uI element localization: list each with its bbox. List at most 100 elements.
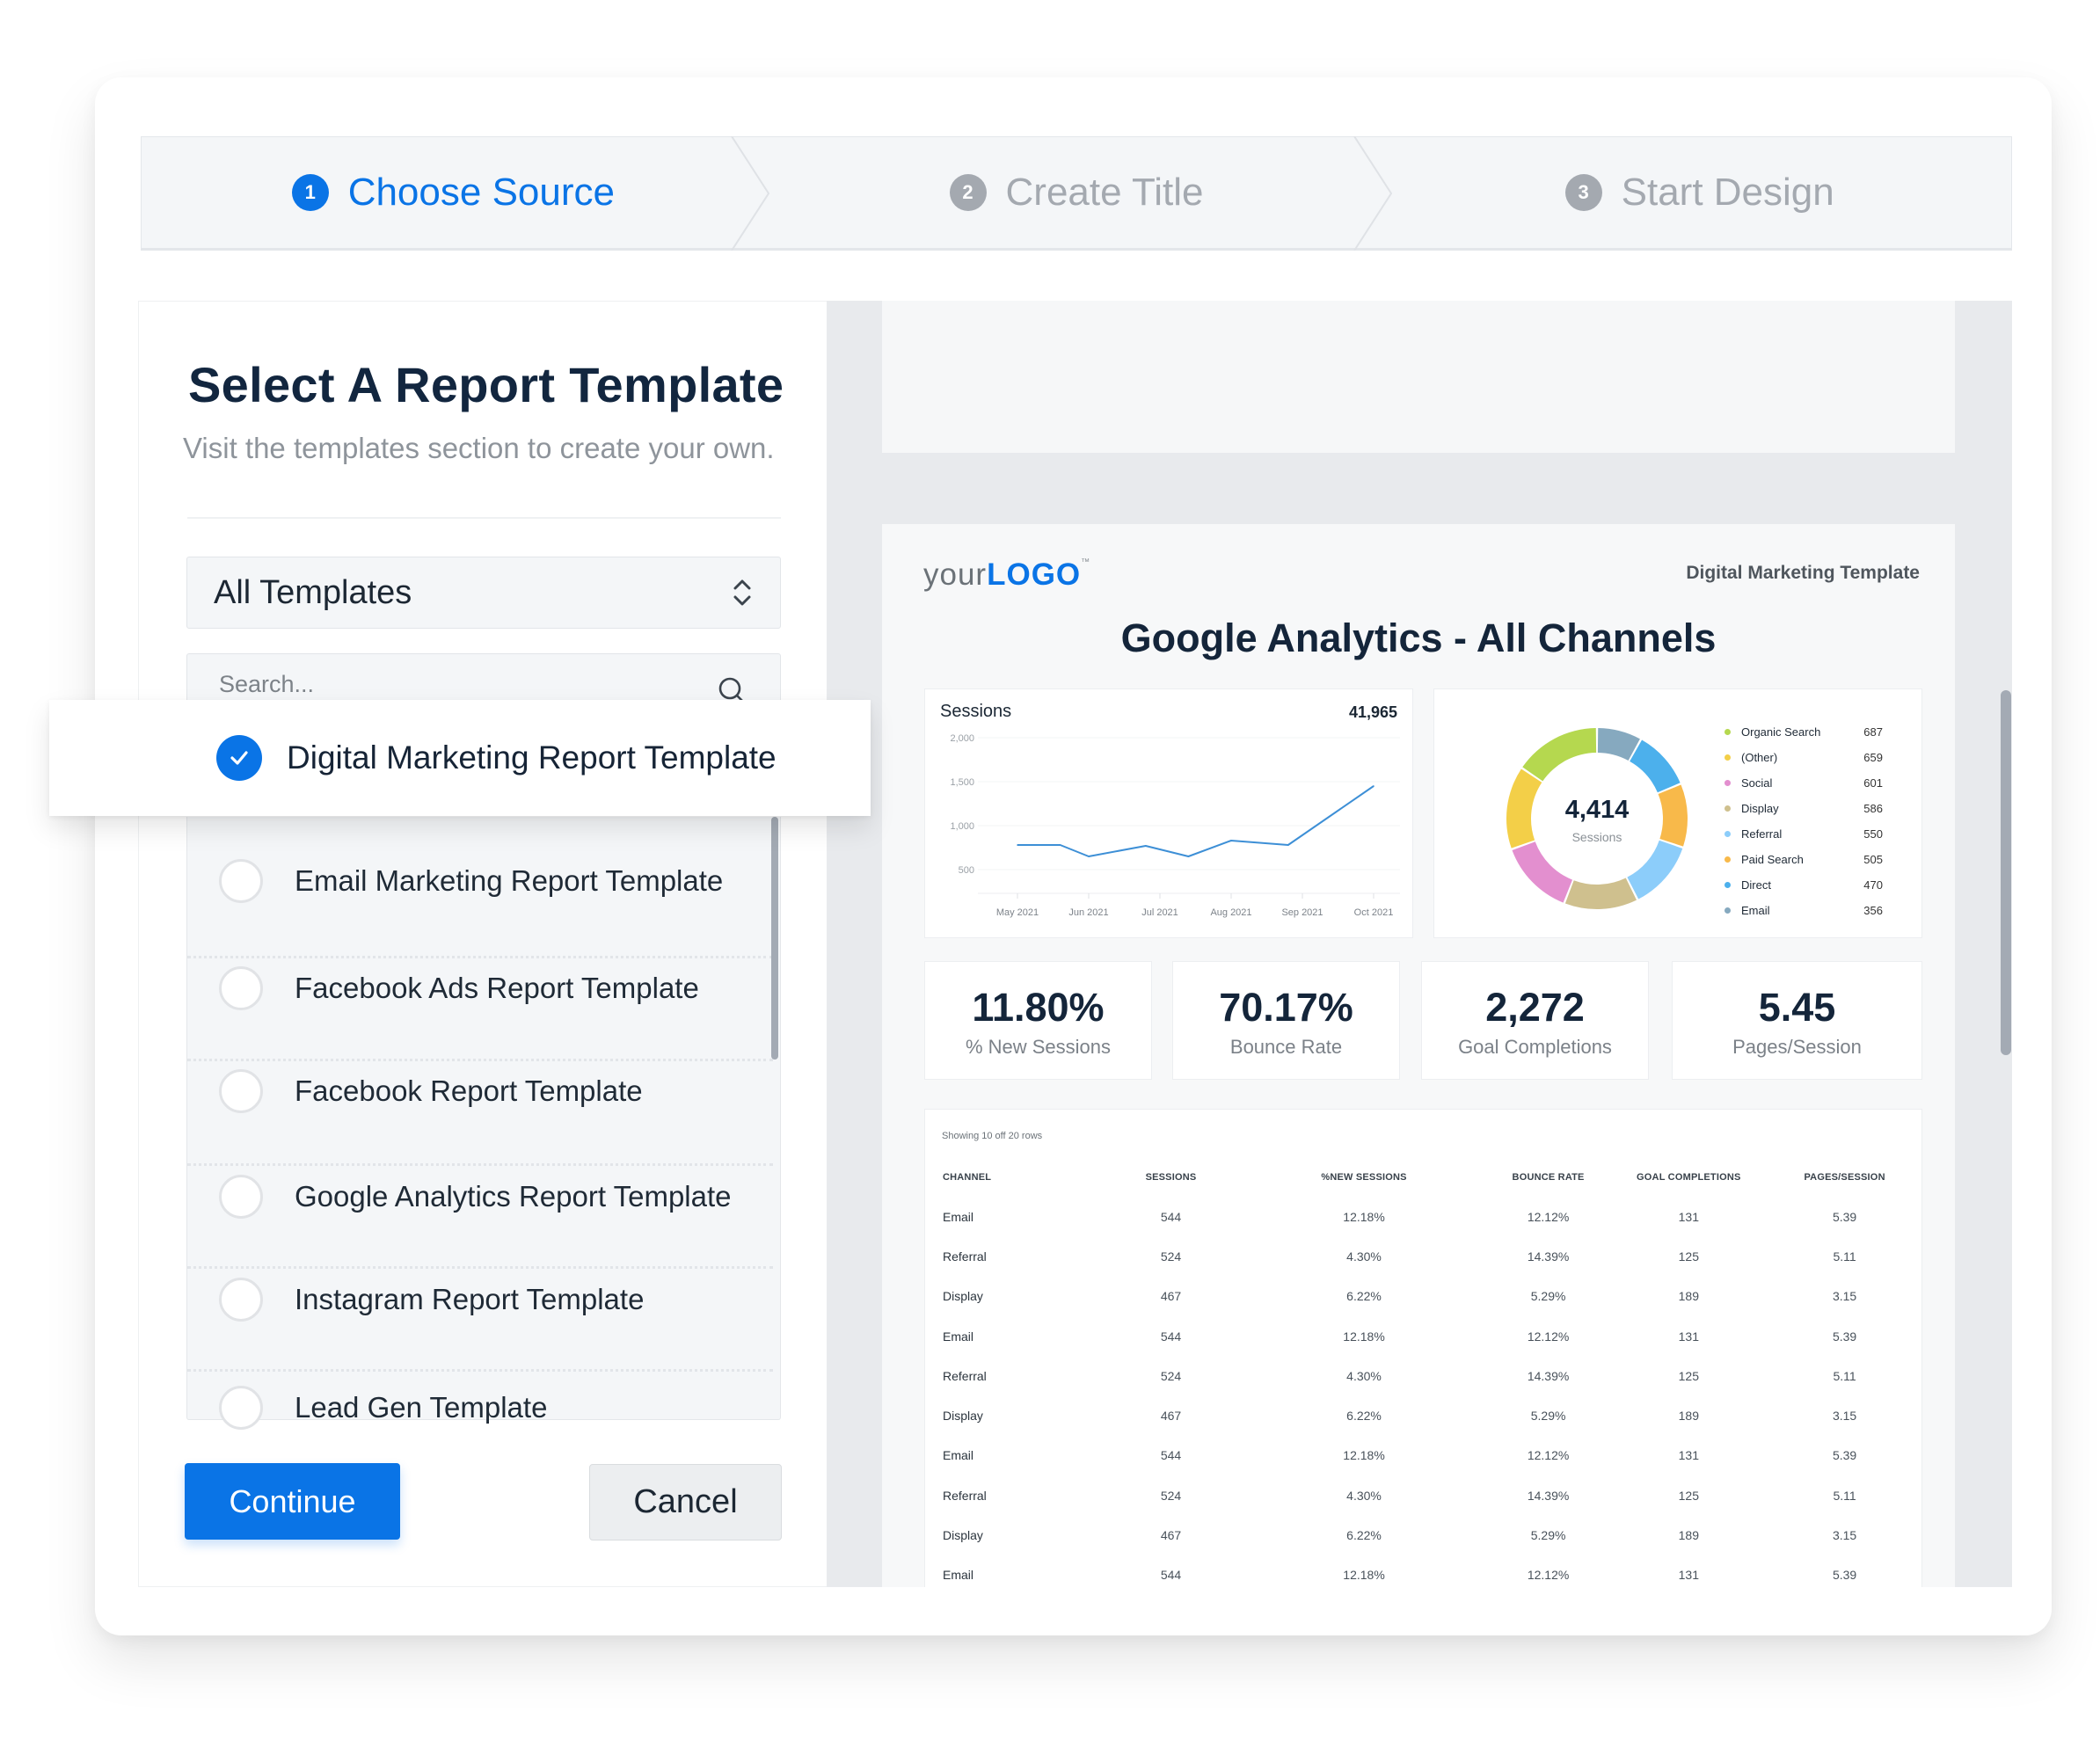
donut-slice-referral: [1627, 840, 1683, 899]
legend-swatch: [1724, 881, 1731, 888]
table-cell: 131: [1678, 1329, 1699, 1344]
sessions-series-line: [1017, 785, 1374, 857]
table-cell: 5.39: [1832, 1209, 1857, 1224]
template-preview-pane[interactable]: yourLOGO™ Digital Marketing Template Goo…: [827, 301, 2012, 1587]
step-separator-chevron: [1353, 136, 1393, 251]
kpi-value: 2,272: [1485, 985, 1585, 1030]
kpi-label: Goal Completions: [1458, 1036, 1612, 1058]
table-cell: 131: [1678, 1448, 1699, 1463]
table-cell: 125: [1678, 1249, 1699, 1264]
step-label: Create Title: [1005, 171, 1204, 214]
template-filter-select[interactable]: All Templates: [186, 557, 781, 629]
search-input[interactable]: [187, 654, 780, 703]
step-choose-source[interactable]: 1 Choose Source: [142, 136, 769, 251]
template-label: Lead Gen Template: [295, 1391, 548, 1424]
template-item-google-analytics[interactable]: Google Analytics Report Template: [187, 1146, 759, 1248]
kpi-pages-per-session: 5.45 Pages/Session: [1672, 961, 1922, 1080]
table-column-header[interactable]: CHANNEL: [925, 1158, 1101, 1197]
radio-button[interactable]: [219, 1278, 263, 1322]
template-list[interactable]: Email Marketing Report Template Facebook…: [186, 817, 781, 1430]
radio-button[interactable]: [219, 859, 263, 903]
cancel-button[interactable]: Cancel: [589, 1464, 782, 1540]
table-cell: 189: [1678, 1528, 1699, 1543]
template-selection-panel: Select A Report Template Visit the templ…: [138, 301, 827, 1587]
radio-button[interactable]: [219, 966, 263, 1010]
y-tick-label: 500: [959, 865, 974, 876]
table-cell: 14.39%: [1527, 1488, 1570, 1503]
legend-value: 659: [1863, 750, 1883, 764]
table-cell: 12.18%: [1343, 1329, 1385, 1344]
legend-label: Organic Search: [1741, 725, 1821, 739]
list-scrollbar-thumb[interactable]: [771, 817, 778, 1060]
radio-button[interactable]: [219, 1069, 263, 1113]
table-row: Email 544 12.18% 12.12% 131 5.39: [925, 1197, 1921, 1236]
table-cell: 12.12%: [1527, 1329, 1570, 1344]
preview-header-placeholder: [882, 301, 1955, 453]
table-column-header[interactable]: GOAL COMPLETIONS: [1609, 1158, 1768, 1197]
template-item-facebook[interactable]: Facebook Report Template: [187, 1040, 759, 1142]
table-column-header[interactable]: BOUNCE RATE: [1487, 1158, 1610, 1197]
table-row: Referral 524 4.30% 14.39% 125 5.11: [925, 1475, 1921, 1515]
template-item-lead-gen[interactable]: Lead Gen Template: [187, 1357, 759, 1459]
legend-value: 470: [1863, 878, 1883, 892]
step-start-design[interactable]: 3 Start Design: [1388, 137, 2011, 248]
legend-item: Paid Search 505: [1724, 847, 1883, 871]
selected-template-item[interactable]: Digital Marketing Report Template: [49, 700, 871, 816]
legend-swatch: [1724, 830, 1731, 837]
table-cell: 5.39: [1832, 1448, 1857, 1463]
table-column-header[interactable]: %NEW SESSIONS: [1241, 1158, 1486, 1197]
table-column-header[interactable]: SESSIONS: [1101, 1158, 1242, 1197]
table-cell: Email: [943, 1568, 974, 1583]
kpi-new-sessions: 11.80% % New Sessions: [924, 961, 1152, 1080]
legend-item: Referral 550: [1724, 821, 1883, 846]
template-item-instagram[interactable]: Instagram Report Template: [187, 1249, 759, 1351]
continue-button[interactable]: Continue: [185, 1463, 400, 1540]
table-row: Display 467 6.22% 5.29% 189 3.15: [925, 1515, 1921, 1555]
x-tick-label: Jun 2021: [1068, 907, 1108, 918]
report-preview: yourLOGO™ Digital Marketing Template Goo…: [882, 524, 1955, 1587]
legend-value: 586: [1863, 801, 1883, 815]
step-separator-chevron: [730, 136, 769, 251]
table-row: Referral 524 4.30% 14.39% 125 5.11: [925, 1356, 1921, 1395]
table-cell: 5.11: [1833, 1368, 1856, 1383]
data-point: [1017, 844, 1018, 846]
table-cell: 467: [1160, 1289, 1182, 1304]
table-cell: 6.22%: [1346, 1528, 1382, 1543]
legend-swatch: [1724, 856, 1731, 863]
legend-item: Organic Search 687: [1724, 719, 1883, 744]
table-cell: 4.30%: [1346, 1249, 1382, 1264]
data-point: [1373, 785, 1374, 787]
check-circle-icon[interactable]: [216, 735, 262, 781]
x-tick-label: May 2021: [996, 907, 1039, 918]
kpi-value: 11.80%: [972, 985, 1105, 1030]
table-column-header[interactable]: PAGES/SESSION: [1768, 1158, 1921, 1197]
report-title: Google Analytics - All Channels: [1120, 615, 1717, 660]
kpi-bounce-rate: 70.17% Bounce Rate: [1172, 961, 1400, 1080]
table-cell: 189: [1678, 1289, 1699, 1304]
table-cell: 544: [1160, 1568, 1182, 1583]
preview-scrollbar-thumb[interactable]: [2001, 690, 2011, 1055]
legend-swatch: [1724, 728, 1731, 735]
data-point: [1287, 844, 1289, 846]
table-cell: 5.11: [1833, 1488, 1856, 1503]
table-cell: 6.22%: [1346, 1409, 1382, 1424]
step-create-title[interactable]: 2 Create Title: [765, 136, 1393, 251]
table-cell: Referral: [943, 1368, 987, 1383]
table-cell: 467: [1160, 1409, 1182, 1424]
radio-button[interactable]: [219, 1175, 263, 1219]
donut-slice-organic-search: [1522, 728, 1597, 782]
table-cell: 5.11: [1833, 1249, 1856, 1264]
panel-title: Select A Report Template: [188, 357, 784, 412]
table-cell: Display: [943, 1528, 983, 1543]
legend-value: 356: [1863, 903, 1883, 917]
table-row: Referral 524 4.30% 14.39% 125 5.11: [925, 1236, 1921, 1276]
y-tick-label: 2,000: [950, 733, 974, 744]
template-filter-value: All Templates: [214, 573, 412, 611]
template-item-email-marketing[interactable]: Email Marketing Report Template: [187, 830, 759, 932]
table-caption: Showing 10 off 20 rows: [942, 1131, 1043, 1141]
template-label: Email Marketing Report Template: [295, 864, 724, 897]
radio-button[interactable]: [219, 1386, 263, 1430]
channels-donut-chart-card: 4,414 Sessions Organic Search 687 (Other) 6…: [1433, 688, 1922, 938]
sessions-line-chart: 2,000 1,500 1,000 500 May 2021 Jun 2021 Jul 20…: [950, 733, 1400, 918]
template-item-facebook-ads[interactable]: Facebook Ads Report Template: [187, 937, 759, 1039]
